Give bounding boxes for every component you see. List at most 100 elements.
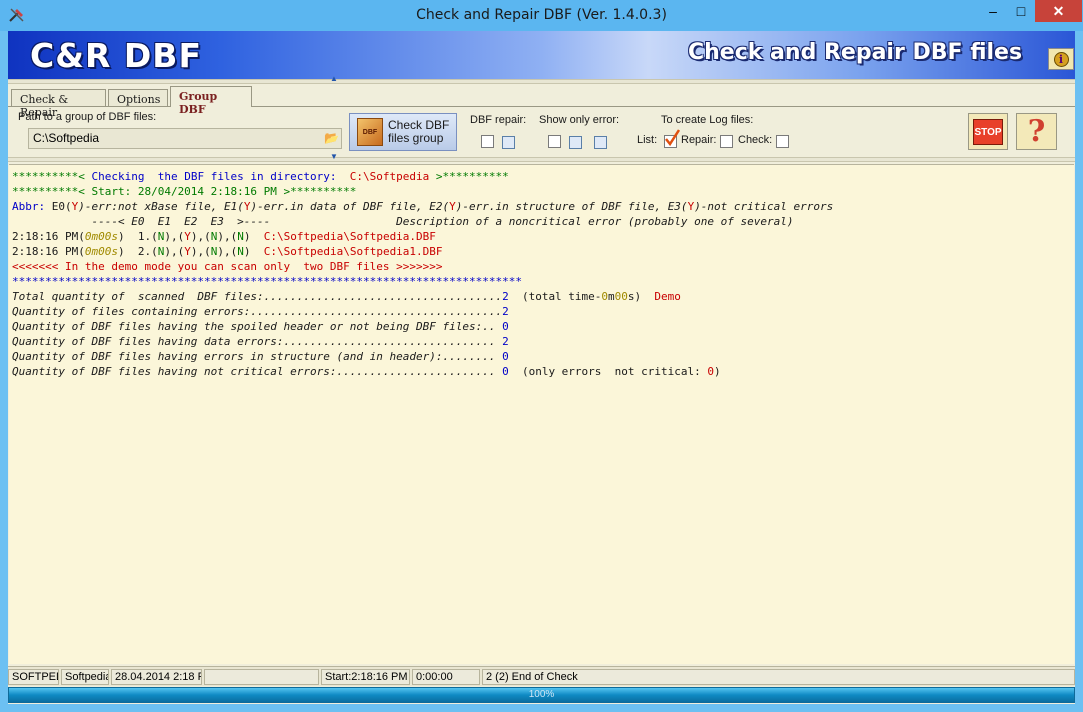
app-logo: C&R DBF <box>30 36 202 75</box>
log-segment: Y <box>184 230 191 243</box>
title-bar[interactable]: Check and Repair DBF (Ver. 1.4.0.3) – □ … <box>0 0 1083 31</box>
log-segment: ),( <box>164 230 185 243</box>
minimize-button[interactable]: – <box>979 0 1007 22</box>
log-line: Quantity of files containing errors:....… <box>12 304 1074 319</box>
log-segment: )-not critical errors <box>694 200 834 213</box>
dbf-repair-checkbox-2[interactable] <box>502 136 515 149</box>
log-line: Quantity of DBF files having data errors… <box>12 334 1074 349</box>
log-segment: ),( <box>190 245 211 258</box>
log-line: ****************************************… <box>12 274 1074 289</box>
log-segment: 2 <box>502 335 509 348</box>
log-line: Quantity of DBF files having not critica… <box>12 364 1074 379</box>
tab-group-dbf[interactable]: Group DBF <box>170 86 252 116</box>
banner-title: Check and Repair DBF files <box>688 40 1023 65</box>
info-icon: i <box>1053 51 1069 67</box>
splitter-top[interactable]: ▲ <box>8 75 1075 84</box>
check-button-label: Check DBF files group <box>388 118 450 145</box>
log-segment: 0m00s <box>84 245 118 258</box>
tab-strip: Check & Repair Options Group DBF <box>8 86 1075 119</box>
show-error-checkbox-2[interactable] <box>569 136 582 149</box>
log-segment: 2:18:16 PM( <box>12 230 85 243</box>
group-dbf-panel: Path to a group of DBF files: C:\Softped… <box>8 106 1075 156</box>
log-segment: C:\Softpedia\Softpedia1.DBF <box>263 245 443 258</box>
dbf-repair-checkbox-1[interactable] <box>481 135 494 148</box>
log-line: Abbr: E0(Y)-err:not xBase file, E1(Y)-er… <box>12 199 1074 214</box>
log-segment: Quantity of DBF files having not critica… <box>12 365 503 378</box>
log-segment: Y <box>449 200 456 213</box>
log-segment: N <box>237 230 244 243</box>
log-segment: Checking the DBF files in directory: <box>91 170 350 183</box>
splitter-middle[interactable]: ▼ <box>8 153 1075 162</box>
log-line: 2:18:16 PM(0m00s) 2.(N),(Y),(N),(N) C:\S… <box>12 244 1074 259</box>
log-segment: 2 <box>502 290 509 303</box>
log-segment: E0( <box>51 200 72 213</box>
show-error-checkbox-3[interactable] <box>594 136 607 149</box>
log-segment: 2:18:16 PM( <box>12 245 85 258</box>
log-line: Quantity of DBF files having errors in s… <box>12 349 1074 364</box>
log-segment: C:\Softpedia\Softpedia.DBF <box>263 230 436 243</box>
close-button[interactable]: ✕ <box>1035 0 1082 22</box>
log-segment: Quantity of DBF files having the spoiled… <box>12 320 503 333</box>
client-area: C&R DBF Check and Repair DBF files i ▲ C… <box>8 31 1075 704</box>
folder-open-icon[interactable]: 📂 <box>324 131 340 145</box>
progress-label: 100% <box>528 689 555 700</box>
tab-options[interactable]: Options <box>108 89 168 107</box>
log-segment: 0m00s <box>84 230 118 243</box>
help-icon: ? <box>1027 114 1046 149</box>
info-button[interactable]: i <box>1048 48 1074 70</box>
window-title: Check and Repair DBF (Ver. 1.4.0.3) <box>416 7 667 23</box>
log-segment: Total quantity of scanned DBF files:....… <box>12 290 503 303</box>
log-output[interactable]: **********< Checking the DBF files in di… <box>9 164 1074 664</box>
check-dbf-group-button[interactable]: DBF Check DBF files group <box>349 113 457 151</box>
log-segment: )-err.in data of DBF file, E2( <box>250 200 450 213</box>
log-line: Total quantity of scanned DBF files:....… <box>12 289 1074 304</box>
log-segment: **********< Start: 28/04/2014 2:18:16 PM… <box>12 185 357 198</box>
log-segment: ),( <box>217 230 238 243</box>
show-error-label: Show only error: <box>539 114 620 126</box>
log-segment: ) 2.( <box>117 245 158 258</box>
log-segment: 0 <box>502 365 509 378</box>
status-cell-start: Start:2:18:16 PM <box>321 669 410 685</box>
log-segment: (total time- <box>508 290 602 303</box>
list-checkbox[interactable] <box>664 129 680 148</box>
log-line: Quantity of DBF files having the spoiled… <box>12 319 1074 334</box>
log-segment: m <box>608 290 615 303</box>
show-error-checkbox-1[interactable] <box>548 135 561 148</box>
status-cell-user: SOFTPED <box>8 669 59 685</box>
status-cell-empty <box>204 669 319 685</box>
repair-checkbox[interactable] <box>720 135 733 148</box>
status-bar: SOFTPED Softpedia 28.04.2014 2:18 F Star… <box>8 666 1075 686</box>
log-segment: 0 <box>502 350 509 363</box>
log-segment: N <box>237 245 244 258</box>
log-segment: Quantity of files containing errors:....… <box>12 305 503 318</box>
log-segment: >********** <box>429 170 509 183</box>
tab-check-repair[interactable]: Check & Repair <box>11 89 106 119</box>
repair-label: Repair: <box>681 134 717 146</box>
log-segment: Abbr: <box>12 200 52 213</box>
path-input[interactable]: C:\Softpedia <box>28 128 342 149</box>
path-label: Path to a group of DBF files: <box>18 111 157 123</box>
log-segment: 2 <box>502 305 509 318</box>
log-segment: ),( <box>164 245 185 258</box>
check-checkbox[interactable] <box>776 135 789 148</box>
status-cell-elapsed: 0:00:00 <box>412 669 480 685</box>
log-segment: ),( <box>190 230 211 243</box>
log-segment: )-err.in structure of DBF file, E3( <box>455 200 688 213</box>
status-cell-computer: Softpedia <box>61 669 109 685</box>
stop-button[interactable]: STOP <box>968 113 1008 150</box>
log-segment: Demo <box>654 290 681 303</box>
check-mark-icon <box>665 129 680 147</box>
log-segment: ),( <box>217 245 238 258</box>
maximize-button[interactable]: □ <box>1007 0 1035 22</box>
log-segment: 0 <box>502 320 509 333</box>
log-segment: ----< E0 E1 E2 E3 >---- Description of a… <box>12 215 794 228</box>
log-files-label: To create Log files: <box>661 114 754 126</box>
log-segment: ) 1.( <box>117 230 158 243</box>
log-line: ----< E0 E1 E2 E3 >---- Description of a… <box>12 214 1074 229</box>
check-label: Check: <box>738 134 773 146</box>
help-button[interactable]: ? <box>1016 113 1057 150</box>
log-segment: s) <box>627 290 655 303</box>
status-cell-date: 28.04.2014 2:18 F <box>111 669 202 685</box>
stop-icon: STOP <box>973 118 1003 145</box>
list-label: List: <box>637 134 658 146</box>
